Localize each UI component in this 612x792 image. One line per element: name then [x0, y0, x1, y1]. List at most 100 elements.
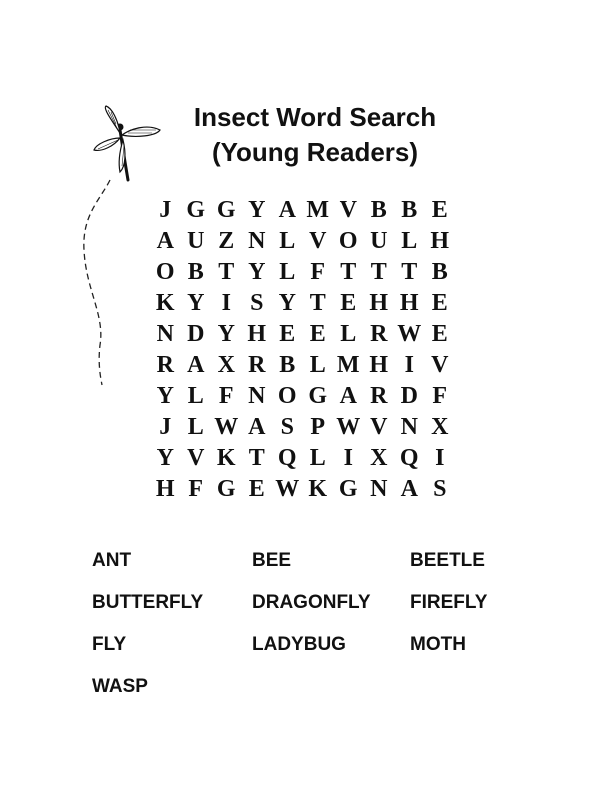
grid-cell[interactable]: T	[394, 257, 425, 288]
grid-cell[interactable]: L	[333, 319, 364, 350]
grid-cell[interactable]: N	[364, 474, 395, 505]
grid-cell[interactable]: T	[242, 443, 273, 474]
grid-cell[interactable]: Z	[211, 226, 242, 257]
grid-cell[interactable]: O	[333, 226, 364, 257]
grid-cell[interactable]: F	[211, 381, 242, 412]
grid-cell[interactable]: B	[364, 195, 395, 226]
grid-cell[interactable]: K	[150, 288, 181, 319]
grid-cell[interactable]: V	[303, 226, 334, 257]
grid-cell[interactable]: W	[211, 412, 242, 443]
grid-cell[interactable]: E	[272, 319, 303, 350]
grid-cell[interactable]: A	[394, 474, 425, 505]
grid-cell[interactable]: R	[364, 381, 395, 412]
grid-cell[interactable]: J	[150, 195, 181, 226]
grid-cell[interactable]: W	[333, 412, 364, 443]
grid-cell[interactable]: R	[150, 350, 181, 381]
grid-cell[interactable]: V	[425, 350, 456, 381]
grid-cell[interactable]: A	[181, 350, 212, 381]
grid-cell[interactable]: Y	[181, 288, 212, 319]
grid-cell[interactable]: G	[333, 474, 364, 505]
grid-cell[interactable]: S	[272, 412, 303, 443]
grid-cell[interactable]: U	[181, 226, 212, 257]
grid-cell[interactable]: F	[303, 257, 334, 288]
grid-cell[interactable]: H	[242, 319, 273, 350]
grid-cell[interactable]: V	[181, 443, 212, 474]
grid-cell[interactable]: E	[425, 195, 456, 226]
grid-cell[interactable]: N	[394, 412, 425, 443]
grid-cell[interactable]: Y	[150, 443, 181, 474]
grid-cell[interactable]: A	[150, 226, 181, 257]
grid-cell[interactable]: U	[364, 226, 395, 257]
grid-cell[interactable]: N	[242, 381, 273, 412]
grid-cell[interactable]: X	[425, 412, 456, 443]
grid-cell[interactable]: F	[425, 381, 456, 412]
grid-cell[interactable]: X	[211, 350, 242, 381]
grid-cell[interactable]: L	[303, 350, 334, 381]
grid-cell[interactable]: G	[211, 195, 242, 226]
grid-cell[interactable]: W	[394, 319, 425, 350]
grid-cell[interactable]: Y	[242, 195, 273, 226]
grid-cell[interactable]: T	[333, 257, 364, 288]
grid-cell[interactable]: H	[394, 288, 425, 319]
grid-cell[interactable]: D	[394, 381, 425, 412]
grid-cell[interactable]: A	[272, 195, 303, 226]
grid-cell[interactable]: L	[272, 257, 303, 288]
grid-cell[interactable]: I	[211, 288, 242, 319]
grid-cell[interactable]: J	[150, 412, 181, 443]
grid-cell[interactable]: T	[211, 257, 242, 288]
grid-cell[interactable]: I	[425, 443, 456, 474]
grid-cell[interactable]: B	[394, 195, 425, 226]
grid-cell[interactable]: H	[364, 288, 395, 319]
grid-cell[interactable]: G	[181, 195, 212, 226]
grid-cell[interactable]: L	[181, 381, 212, 412]
grid-cell[interactable]: H	[150, 474, 181, 505]
grid-cell[interactable]: R	[364, 319, 395, 350]
grid-cell[interactable]: V	[364, 412, 395, 443]
grid-cell[interactable]: N	[150, 319, 181, 350]
grid-cell[interactable]: E	[242, 474, 273, 505]
grid-cell[interactable]: T	[364, 257, 395, 288]
grid-cell[interactable]: O	[150, 257, 181, 288]
grid-cell[interactable]: V	[333, 195, 364, 226]
grid-cell[interactable]: B	[425, 257, 456, 288]
grid-cell[interactable]: L	[394, 226, 425, 257]
grid-cell[interactable]: H	[364, 350, 395, 381]
grid-cell[interactable]: X	[364, 443, 395, 474]
grid-cell[interactable]: S	[242, 288, 273, 319]
grid-cell[interactable]: I	[394, 350, 425, 381]
grid-cell[interactable]: Y	[150, 381, 181, 412]
grid-cell[interactable]: T	[303, 288, 334, 319]
grid-cell[interactable]: M	[303, 195, 334, 226]
grid-cell[interactable]: O	[272, 381, 303, 412]
grid-cell[interactable]: A	[242, 412, 273, 443]
grid-cell[interactable]: Q	[272, 443, 303, 474]
grid-cell[interactable]: L	[181, 412, 212, 443]
grid-cell[interactable]: E	[333, 288, 364, 319]
grid-cell[interactable]: A	[333, 381, 364, 412]
grid-cell[interactable]: P	[303, 412, 334, 443]
grid-cell[interactable]: Y	[242, 257, 273, 288]
grid-cell[interactable]: E	[425, 288, 456, 319]
grid-cell[interactable]: Q	[394, 443, 425, 474]
grid-cell[interactable]: S	[425, 474, 456, 505]
grid-cell[interactable]: L	[272, 226, 303, 257]
grid-cell[interactable]: E	[425, 319, 456, 350]
grid-cell[interactable]: Y	[211, 319, 242, 350]
grid-cell[interactable]: G	[303, 381, 334, 412]
grid-cell[interactable]: K	[211, 443, 242, 474]
grid-cell[interactable]: W	[272, 474, 303, 505]
grid-cell[interactable]: R	[242, 350, 273, 381]
grid-cell[interactable]: D	[181, 319, 212, 350]
grid-cell[interactable]: E	[303, 319, 334, 350]
grid-cell[interactable]: M	[333, 350, 364, 381]
grid-cell[interactable]: K	[303, 474, 334, 505]
grid-cell[interactable]: B	[181, 257, 212, 288]
grid-cell[interactable]: B	[272, 350, 303, 381]
grid-cell[interactable]: Y	[272, 288, 303, 319]
grid-cell[interactable]: I	[333, 443, 364, 474]
grid-cell[interactable]: L	[303, 443, 334, 474]
grid-cell[interactable]: H	[425, 226, 456, 257]
grid-cell[interactable]: N	[242, 226, 273, 257]
grid-cell[interactable]: F	[181, 474, 212, 505]
grid-cell[interactable]: G	[211, 474, 242, 505]
